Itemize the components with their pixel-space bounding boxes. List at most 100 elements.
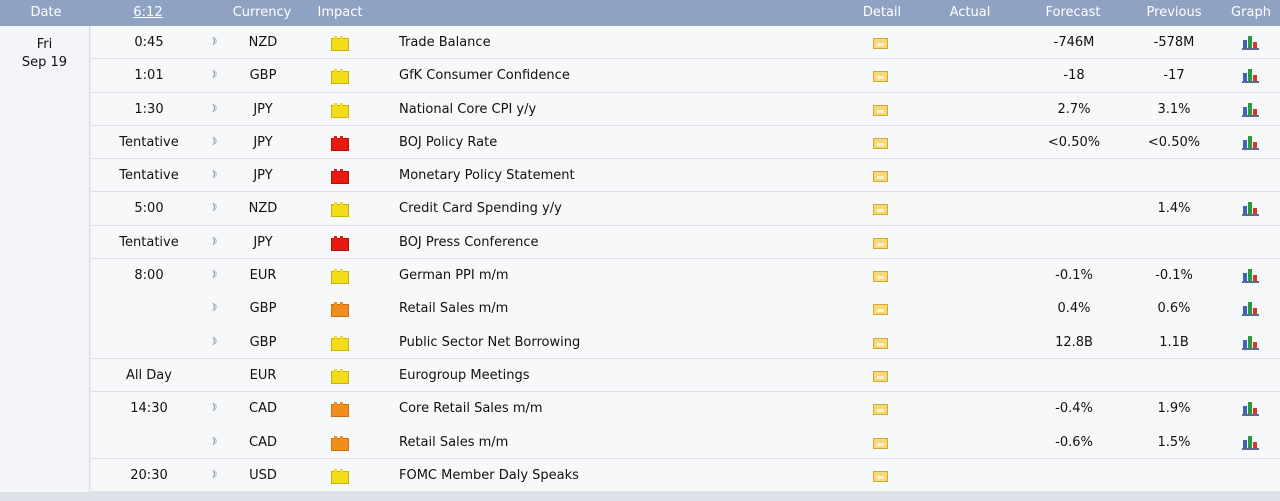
event-row[interactable]: CAD Retail Sales m/m -0.6% 1.5% xyxy=(91,425,1280,459)
event-row[interactable]: GBP Retail Sales m/m 0.4% 0.6% xyxy=(91,292,1280,326)
detail-folder-icon[interactable] xyxy=(873,470,888,482)
event-previous: -0.1% xyxy=(1155,268,1193,284)
event-row[interactable]: 14:30 CAD Core Retail Sales m/m -0.4% 1.9% xyxy=(91,392,1280,426)
graph-icon[interactable] xyxy=(1242,34,1260,50)
event-row[interactable]: 5:00 NZD Credit Card Spending y/y 1.4% xyxy=(91,192,1280,226)
detail-folder-icon[interactable] xyxy=(873,104,888,116)
event-title[interactable]: GfK Consumer Confidence xyxy=(399,68,570,83)
event-time: 8:00 xyxy=(134,268,164,284)
event-row[interactable]: 20:30 USD FOMC Member Daly Speaks xyxy=(91,458,1280,493)
detail-folder-icon[interactable] xyxy=(873,337,888,349)
event-title[interactable]: BOJ Press Conference xyxy=(399,235,539,250)
detail-folder-icon[interactable] xyxy=(873,171,888,183)
event-currency: NZD xyxy=(248,201,278,217)
impact-yellow-icon xyxy=(331,468,349,484)
sound-alert-icon[interactable] xyxy=(212,435,218,445)
detail-folder-icon[interactable] xyxy=(873,237,888,249)
detail-folder-icon[interactable] xyxy=(873,38,888,49)
graph-icon[interactable] xyxy=(1242,67,1260,84)
impact-red-icon xyxy=(331,235,349,251)
event-row[interactable]: 1:30 JPY National Core CPI y/y 2.7% 3.1% xyxy=(91,92,1280,126)
graph-icon[interactable] xyxy=(1242,300,1260,317)
event-title[interactable]: Monetary Policy Statement xyxy=(399,168,575,183)
sound-alert-icon[interactable] xyxy=(212,35,218,46)
event-title[interactable]: Eurogroup Meetings xyxy=(399,368,530,383)
event-row[interactable]: Tentative JPY Monetary Policy Statement xyxy=(91,159,1280,193)
table-footer xyxy=(0,492,1280,501)
event-currency: EUR xyxy=(249,367,277,383)
event-time: 14:30 xyxy=(130,401,168,417)
sound-alert-icon[interactable] xyxy=(212,235,218,246)
event-title[interactable]: FOMC Member Daly Speaks xyxy=(399,468,579,483)
event-currency: JPY xyxy=(253,168,273,184)
event-previous: 1.4% xyxy=(1157,201,1191,217)
date-cell: Fri Sep 19 xyxy=(0,26,90,492)
actual-header: Actual xyxy=(949,5,991,20)
sound-alert-icon[interactable] xyxy=(212,168,218,179)
impact-yellow-icon xyxy=(331,202,349,218)
event-currency: GBP xyxy=(249,68,277,84)
detail-folder-icon[interactable] xyxy=(873,71,888,83)
event-forecast: -0.6% xyxy=(1055,434,1093,450)
graph-icon[interactable] xyxy=(1242,400,1260,417)
detail-folder-icon[interactable] xyxy=(873,404,888,416)
event-title[interactable]: Trade Balance xyxy=(399,35,491,50)
impact-yellow-icon xyxy=(331,36,349,51)
sound-alert-icon[interactable] xyxy=(212,468,218,479)
current-time-header[interactable]: 6:12 xyxy=(133,5,162,20)
event-row[interactable]: 0:45 NZD Trade Balance -746M -578M xyxy=(91,26,1280,60)
event-title[interactable]: German PPI m/m xyxy=(399,268,509,283)
event-row[interactable]: 8:00 EUR German PPI m/m -0.1% -0.1% xyxy=(91,259,1280,293)
event-time: Tentative xyxy=(119,234,179,250)
event-forecast: -0.1% xyxy=(1055,268,1093,284)
event-title[interactable]: Core Retail Sales m/m xyxy=(399,401,543,416)
impact-yellow-icon xyxy=(331,102,349,118)
graph-icon[interactable] xyxy=(1242,200,1260,217)
event-previous: 1.9% xyxy=(1157,401,1191,417)
event-title[interactable]: BOJ Policy Rate xyxy=(399,135,497,150)
impact-yellow-icon xyxy=(331,69,349,85)
sound-alert-icon[interactable] xyxy=(212,201,218,212)
impact-header: Impact xyxy=(317,5,363,20)
impact-orange-icon xyxy=(331,302,349,318)
event-row[interactable]: 1:01 GBP GfK Consumer Confidence -18 -17 xyxy=(91,59,1280,93)
event-forecast: 2.7% xyxy=(1057,101,1091,117)
event-title[interactable]: Retail Sales m/m xyxy=(399,435,508,450)
event-forecast: 0.4% xyxy=(1057,301,1091,317)
graph-icon[interactable] xyxy=(1242,267,1260,284)
detail-folder-icon[interactable] xyxy=(873,137,888,149)
sound-alert-icon[interactable] xyxy=(212,301,218,312)
graph-icon[interactable] xyxy=(1242,134,1260,150)
sound-alert-icon[interactable] xyxy=(212,401,218,412)
graph-icon[interactable] xyxy=(1242,334,1260,350)
event-title[interactable]: National Core CPI y/y xyxy=(399,102,536,117)
event-row[interactable]: GBP Public Sector Net Borrowing 12.8B 1.1B xyxy=(91,325,1280,359)
detail-folder-icon[interactable] xyxy=(873,304,888,316)
event-title[interactable]: Retail Sales m/m xyxy=(399,301,508,316)
event-title[interactable]: Credit Card Spending y/y xyxy=(399,201,562,216)
sound-alert-icon[interactable] xyxy=(212,135,218,146)
event-row[interactable]: Tentative JPY BOJ Press Conference xyxy=(91,225,1280,260)
detail-folder-icon[interactable] xyxy=(873,204,888,216)
event-row[interactable]: Tentative JPY BOJ Policy Rate <0.50% <0.50% xyxy=(91,125,1280,160)
detail-folder-icon[interactable] xyxy=(873,437,888,449)
event-currency: JPY xyxy=(253,234,273,250)
event-row[interactable]: All Day EUR Eurogroup Meetings xyxy=(91,358,1280,393)
graph-icon[interactable] xyxy=(1242,434,1260,450)
event-list: 0:45 NZD Trade Balance -746M -578M 1:01 GBP GfK… xyxy=(91,26,1280,493)
sound-alert-icon[interactable] xyxy=(212,102,218,112)
event-title[interactable]: Public Sector Net Borrowing xyxy=(399,335,580,350)
sound-alert-icon[interactable] xyxy=(212,335,218,346)
event-currency: NZD xyxy=(248,35,278,50)
impact-yellow-icon xyxy=(331,368,349,384)
sound-alert-icon[interactable] xyxy=(212,268,218,279)
impact-yellow-icon xyxy=(331,335,349,351)
event-time: 0:45 xyxy=(134,35,164,50)
event-time: Tentative xyxy=(119,134,179,150)
graph-icon[interactable] xyxy=(1242,101,1260,117)
event-currency: EUR xyxy=(249,268,277,284)
sound-alert-icon[interactable] xyxy=(212,68,218,79)
detail-folder-icon[interactable] xyxy=(873,271,888,283)
detail-folder-icon[interactable] xyxy=(873,370,888,382)
event-previous: 3.1% xyxy=(1157,101,1191,117)
